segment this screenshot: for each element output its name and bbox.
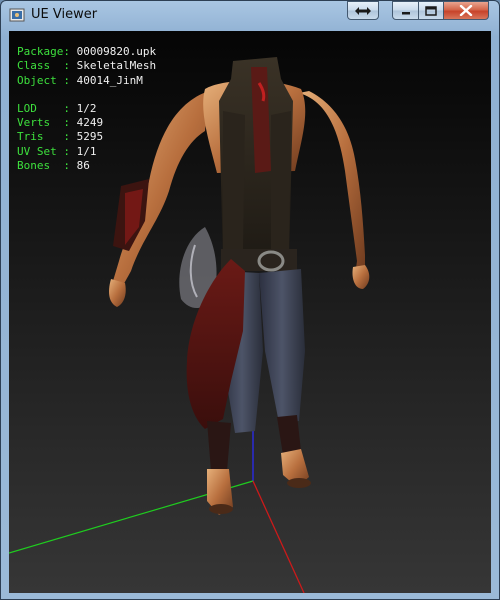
- app-window: UE Viewer Package: 00009820.upk Class: …: [0, 0, 500, 600]
- info-value: 5295: [76, 130, 104, 144]
- info-value: 4249: [76, 116, 104, 130]
- minimize-icon: [401, 11, 410, 14]
- minimize-button[interactable]: [392, 1, 419, 20]
- maximize-icon: [425, 5, 437, 16]
- info-row-package: Package: 00009820.upk: [17, 45, 156, 59]
- info-label: Object :: [17, 73, 70, 87]
- info-row-class: Class : SkeletalMesh: [17, 59, 156, 73]
- maximize-button[interactable]: [418, 1, 444, 20]
- x-axis-line: [252, 480, 305, 593]
- info-row-lod: LOD : 1/2: [17, 102, 156, 116]
- info-row-bones: Bones : 86: [17, 159, 156, 173]
- double-arrow-icon: [355, 6, 371, 15]
- info-row-uvset: UV Set : 1/1: [17, 145, 156, 159]
- info-row-object: Object : 40014_JinM: [17, 74, 156, 88]
- swap-button[interactable]: [347, 1, 379, 20]
- info-label: Verts :: [17, 116, 70, 130]
- close-button[interactable]: [443, 1, 489, 20]
- app-icon: [9, 8, 25, 22]
- mesh-info-panel: Package: 00009820.upk Class : SkeletalMe…: [17, 45, 156, 173]
- 3d-viewport[interactable]: Package: 00009820.upk Class : SkeletalMe…: [9, 31, 491, 593]
- window-title: UE Viewer: [31, 7, 98, 22]
- info-value: SkeletalMesh: [76, 59, 157, 73]
- info-label: LOD :: [17, 101, 70, 115]
- info-label: UV Set :: [17, 144, 70, 158]
- info-value: 00009820.upk: [76, 45, 157, 58]
- close-x-icon: [459, 5, 473, 16]
- info-value: 40014_JinM: [76, 73, 143, 87]
- info-value: 86: [76, 159, 90, 173]
- info-label: Tris :: [17, 130, 70, 144]
- info-row-verts: Verts : 4249: [17, 116, 156, 130]
- info-label: Class :: [17, 59, 70, 73]
- info-label: Package:: [17, 45, 70, 58]
- info-label: Bones :: [17, 159, 70, 173]
- info-value: 1/2: [76, 101, 97, 115]
- info-value: 1/1: [76, 144, 97, 158]
- info-row-tris: Tris : 5295: [17, 130, 156, 144]
- title-bar[interactable]: UE Viewer: [1, 1, 499, 31]
